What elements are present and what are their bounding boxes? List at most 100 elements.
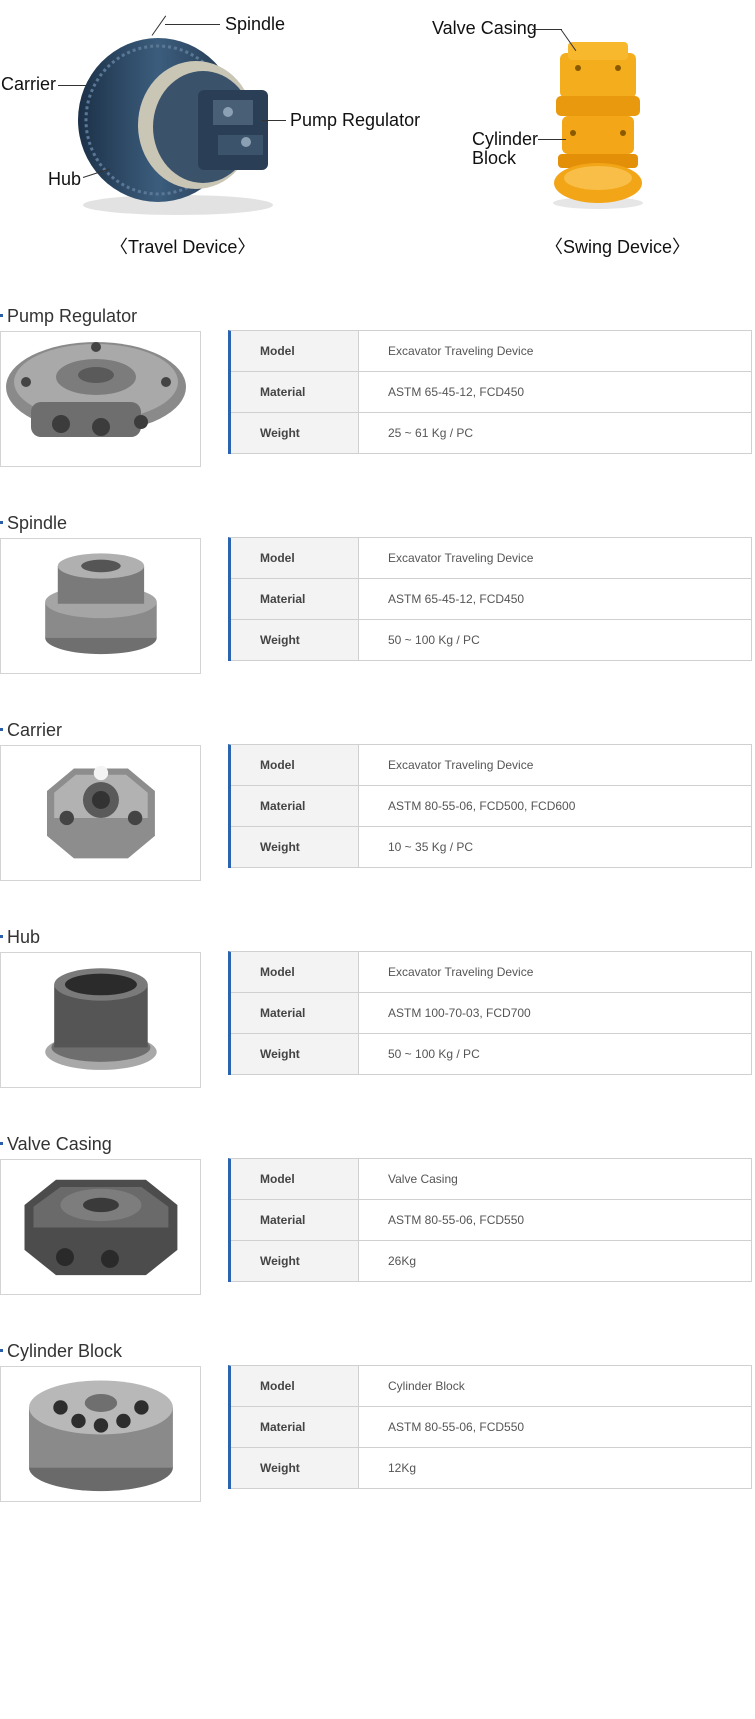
spec-row-weight: Weight 12Kg — [231, 1448, 752, 1489]
section-title: Valve Casing — [0, 1134, 112, 1155]
spec-value: 50 ~ 100 Kg / PC — [359, 1034, 752, 1074]
cylinder-block-callout-line2: Block — [472, 148, 517, 168]
hub-callout: Hub — [48, 169, 82, 189]
spec-label: Model — [231, 745, 359, 785]
spec-value: ASTM 80-55-06, FCD550 — [359, 1200, 752, 1240]
spec-value: ASTM 65-45-12, FCD450 — [359, 372, 752, 412]
carrier-leader-line — [58, 85, 86, 86]
spec-label: Weight — [231, 827, 359, 867]
spec-value: ASTM 80-55-06, FCD550 — [359, 1407, 752, 1447]
spec-label: Model — [231, 331, 359, 371]
spec-label: Weight — [231, 413, 359, 453]
section-title: Pump Regulator — [0, 306, 137, 327]
spindle-callout: Spindle — [225, 14, 286, 34]
spec-value: 50 ~ 100 Kg / PC — [359, 620, 752, 660]
spec-row-material: Material ASTM 80-55-06, FCD500, FCD600 — [231, 786, 752, 827]
spec-value: Cylinder Block — [359, 1366, 752, 1406]
spec-label: Weight — [231, 620, 359, 660]
spec-row-weight: Weight 50 ~ 100 Kg / PC — [231, 620, 752, 661]
section-carrier: Carrier Model Excavator Traveling Device … — [0, 720, 755, 920]
bullet-dot — [0, 727, 3, 731]
bullet-dot — [0, 313, 3, 317]
carrier-callout: Carrier — [1, 74, 57, 94]
section-cylinder-block: Cylinder Block Model Cylinder Block Mater… — [0, 1341, 755, 1541]
spec-value: ASTM 65-45-12, FCD450 — [359, 579, 752, 619]
swing-device-caption: 〈Swing Device〉 — [545, 237, 691, 257]
valve-casing-callout: Valve Casing — [432, 18, 537, 38]
section-title: Cylinder Block — [0, 1341, 122, 1362]
spec-label: Weight — [231, 1241, 359, 1281]
spec-label: Material — [231, 1407, 359, 1447]
spec-value: 26Kg — [359, 1241, 752, 1281]
section-title-text: Carrier — [7, 720, 63, 740]
spec-table: Model Valve Casing Material ASTM 80-55-06,… — [228, 1158, 752, 1282]
spec-value: ASTM 80-55-06, FCD500, FCD600 — [359, 786, 752, 826]
spec-row-model: Model Excavator Traveling Device — [231, 331, 752, 372]
spec-label: Model — [231, 538, 359, 578]
bullet-dot — [0, 1348, 3, 1352]
spec-row-weight: Weight 26Kg — [231, 1241, 752, 1282]
bullet-dot — [0, 520, 3, 524]
section-title-text: Cylinder Block — [7, 1341, 123, 1361]
spec-table: Model Excavator Traveling Device Material… — [228, 330, 752, 454]
pump-regulator-part-photo — [0, 331, 201, 467]
spec-row-model: Model Excavator Traveling Device — [231, 952, 752, 993]
section-title-text: Valve Casing — [7, 1134, 112, 1154]
swing-device-image — [553, 42, 643, 209]
spec-row-model: Model Valve Casing — [231, 1159, 752, 1200]
valve-casing-leader-line — [532, 29, 562, 30]
spec-table: Model Excavator Traveling Device Material… — [228, 744, 752, 868]
section-pump-regulator: Pump Regulator Model Excavator Traveling … — [0, 306, 755, 506]
spec-table: Model Excavator Traveling Device Material… — [228, 951, 752, 1075]
pump-regulator-leader-line — [262, 120, 286, 121]
bullet-dot — [0, 934, 3, 938]
spec-value: 12Kg — [359, 1448, 752, 1488]
spec-row-material: Material ASTM 65-45-12, FCD450 — [231, 372, 752, 413]
spec-label: Material — [231, 579, 359, 619]
spec-label: Model — [231, 1159, 359, 1199]
spec-row-model: Model Excavator Traveling Device — [231, 745, 752, 786]
bullet-dot — [0, 1141, 3, 1145]
valve-casing-part-photo — [0, 1159, 201, 1295]
spec-label: Model — [231, 1366, 359, 1406]
spec-value: Excavator Traveling Device — [359, 538, 752, 578]
spec-table: Model Excavator Traveling Device Material… — [228, 537, 752, 661]
cylinder-block-callout-line1: Cylinder — [472, 129, 539, 149]
section-spindle: Spindle Model Excavator Traveling Device … — [0, 513, 755, 713]
travel-device-caption: 〈Travel Device〉 — [110, 237, 256, 257]
hub-part-photo — [0, 952, 201, 1088]
section-title: Hub — [0, 927, 40, 948]
spec-value: 10 ~ 35 Kg / PC — [359, 827, 752, 867]
section-title: Spindle — [0, 513, 67, 534]
carrier-part-photo — [0, 745, 201, 881]
spec-label: Material — [231, 993, 359, 1033]
pump-regulator-callout: Pump Regulator — [290, 110, 421, 130]
spec-value: Valve Casing — [359, 1159, 752, 1199]
spindle-leader-line — [165, 24, 220, 25]
spec-label: Weight — [231, 1448, 359, 1488]
cylinder-block-leader-line — [538, 139, 566, 140]
spindle-part-photo — [0, 538, 201, 674]
section-title-text: Pump Regulator — [7, 306, 138, 326]
section-valve-casing: Valve Casing Model Valve Casing Material A… — [0, 1134, 755, 1334]
travel-device-image — [78, 38, 273, 215]
section-title-text: Spindle — [7, 513, 68, 533]
section-title: Carrier — [0, 720, 62, 741]
spec-row-material: Material ASTM 65-45-12, FCD450 — [231, 579, 752, 620]
spec-row-material: Material ASTM 80-55-06, FCD550 — [231, 1200, 752, 1241]
section-title-text: Hub — [7, 927, 41, 947]
cylinder-block-part-photo — [0, 1366, 201, 1502]
spec-label: Model — [231, 952, 359, 992]
spec-row-material: Material ASTM 80-55-06, FCD550 — [231, 1407, 752, 1448]
spec-value: 25 ~ 61 Kg / PC — [359, 413, 752, 453]
spec-row-model: Model Cylinder Block — [231, 1366, 752, 1407]
spec-label: Material — [231, 1200, 359, 1240]
spec-label: Material — [231, 372, 359, 412]
spec-label: Weight — [231, 1034, 359, 1074]
spec-value: Excavator Traveling Device — [359, 745, 752, 785]
spec-value: ASTM 100-70-03, FCD700 — [359, 993, 752, 1033]
spec-value: Excavator Traveling Device — [359, 331, 752, 371]
spec-row-model: Model Excavator Traveling Device — [231, 538, 752, 579]
spec-row-weight: Weight 10 ~ 35 Kg / PC — [231, 827, 752, 868]
section-hub: Hub Model Excavator Traveling Device Mate… — [0, 927, 755, 1127]
